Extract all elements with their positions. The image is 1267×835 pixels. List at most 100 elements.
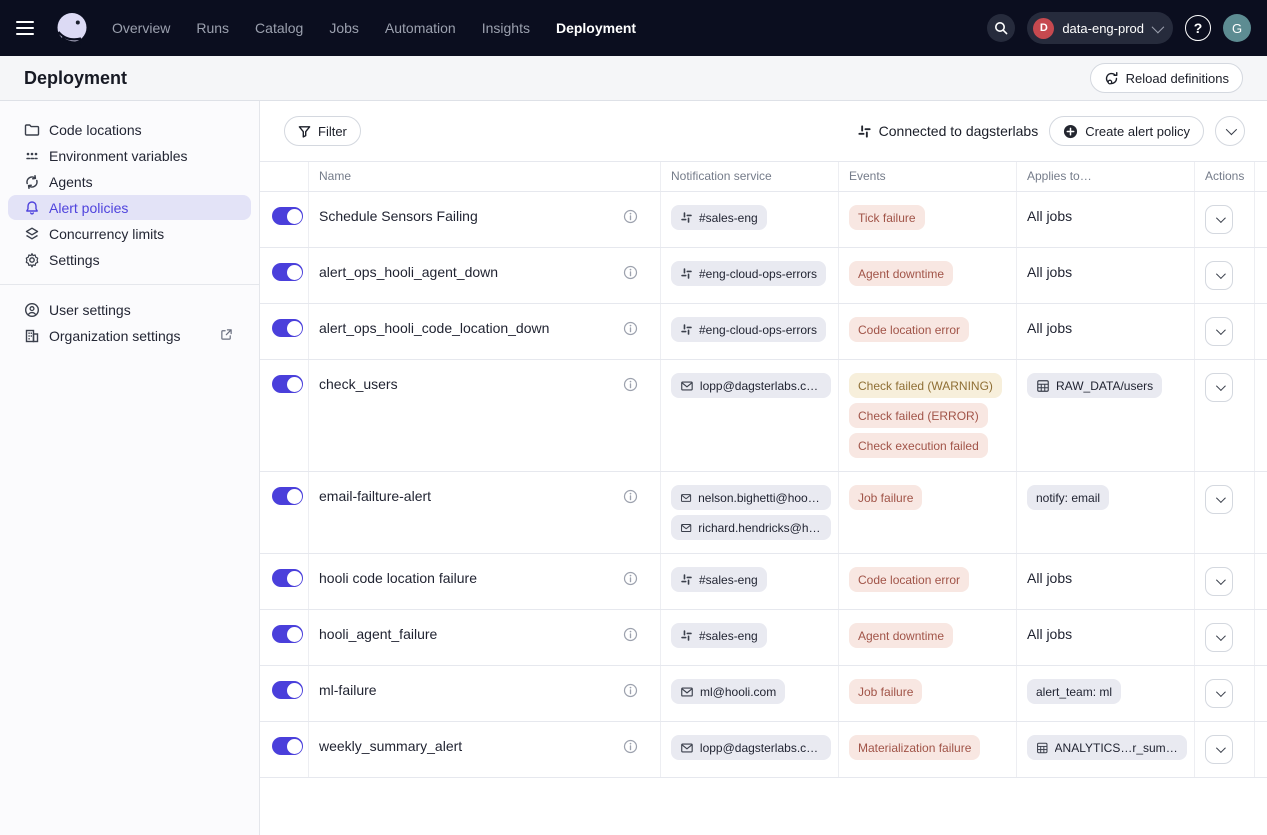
event-badge: Tick failure — [849, 205, 925, 230]
row-actions-dropdown-button[interactable] — [1205, 679, 1233, 708]
filter-icon — [298, 125, 311, 138]
slack-notification-pill: #sales-eng — [671, 205, 767, 230]
alert-enabled-toggle[interactable] — [272, 207, 303, 225]
sidebar-item-organization-settings[interactable]: Organization settings — [8, 323, 251, 348]
alert-enabled-toggle[interactable] — [272, 487, 303, 505]
nav-item-deployment[interactable]: Deployment — [556, 20, 636, 36]
sidebar-item-concurrency-limits[interactable]: Concurrency limits — [8, 221, 251, 246]
row-actions-dropdown-button[interactable] — [1205, 205, 1233, 234]
email-notification-pill: lopp@dagsterlabs.com — [671, 373, 831, 398]
info-icon[interactable] — [623, 321, 638, 341]
reload-definitions-button[interactable]: Reload definitions — [1090, 63, 1243, 93]
row-actions-dropdown-button[interactable] — [1205, 623, 1233, 652]
alert-enabled-toggle[interactable] — [272, 625, 303, 643]
alert-enabled-toggle[interactable] — [272, 319, 303, 337]
chevron-down-icon — [1152, 20, 1165, 33]
row-actions-dropdown-button[interactable] — [1205, 567, 1233, 596]
sidebar-item-alert-policies[interactable]: Alert policies — [8, 195, 251, 220]
info-icon[interactable] — [623, 265, 638, 285]
alert-policy-name: alert_ops_hooli_code_location_down — [309, 317, 549, 336]
notification-service-cell: #eng-cloud-ops-errors — [660, 248, 838, 303]
toggle-cell — [260, 472, 308, 553]
row-actions-dropdown-button[interactable] — [1205, 373, 1233, 402]
info-icon[interactable] — [623, 627, 638, 647]
agents-sync-icon — [24, 174, 40, 190]
sidebar-item-code-locations[interactable]: Code locations — [8, 117, 251, 142]
name-cell: ml-failure — [308, 666, 660, 721]
bell-icon — [24, 200, 40, 216]
applies-to-cell: RAW_DATA/users — [1016, 360, 1194, 471]
filter-label: Filter — [318, 124, 347, 139]
user-icon — [24, 302, 40, 318]
info-icon[interactable] — [623, 683, 638, 703]
toggle-cell — [260, 666, 308, 721]
layers-icon — [24, 226, 40, 242]
sidebar-item-settings[interactable]: Settings — [8, 247, 251, 272]
deployment-switcher[interactable]: D data-eng-prod — [1027, 12, 1173, 44]
notification-target: nelson.bighetti@hooli.co… — [698, 491, 822, 505]
create-alert-policy-button[interactable]: Create alert policy — [1049, 116, 1204, 146]
info-icon[interactable] — [623, 377, 638, 397]
search-button[interactable] — [987, 14, 1015, 42]
slack-icon — [680, 573, 693, 586]
row-actions-dropdown-button[interactable] — [1205, 261, 1233, 290]
applies-to-value: All jobs — [1027, 261, 1184, 280]
notification-target: richard.hendricks@hooli… — [698, 521, 822, 535]
sidebar-item-user-settings[interactable]: User settings — [8, 297, 251, 322]
nav-item-insights[interactable]: Insights — [482, 20, 530, 36]
hamburger-menu-icon[interactable] — [16, 15, 42, 41]
alert-policy-name: hooli code location failure — [309, 567, 477, 586]
nav-item-runs[interactable]: Runs — [196, 20, 229, 36]
help-button[interactable]: ? — [1185, 15, 1211, 41]
notification-service-cell: ml@hooli.com — [660, 666, 838, 721]
row-actions-dropdown-button[interactable] — [1205, 317, 1233, 346]
info-icon[interactable] — [623, 489, 638, 509]
alert-enabled-toggle[interactable] — [272, 737, 303, 755]
notification-service-cell: #sales-eng — [660, 554, 838, 609]
nav-item-jobs[interactable]: Jobs — [329, 20, 359, 36]
event-badge: Check failed (WARNING) — [849, 373, 1002, 398]
toggle-cell — [260, 192, 308, 247]
sidebar-item-agents[interactable]: Agents — [8, 169, 251, 194]
applies-to-cell: All jobs — [1016, 248, 1194, 303]
info-icon[interactable] — [623, 571, 638, 591]
table-row: Schedule Sensors Failing #sales-eng Tick f… — [260, 192, 1267, 248]
name-cell: Schedule Sensors Failing — [308, 192, 660, 247]
chevron-down-icon — [1215, 687, 1225, 697]
nav-item-overview[interactable]: Overview — [112, 20, 170, 36]
row-actions-dropdown-button[interactable] — [1205, 485, 1233, 514]
info-icon[interactable] — [623, 209, 638, 229]
actions-cell — [1194, 248, 1255, 303]
filter-button[interactable]: Filter — [284, 116, 361, 146]
sidebar-item-environment-variables[interactable]: Environment variables — [8, 143, 251, 168]
notification-target: ml@hooli.com — [700, 685, 776, 699]
events-cell: Agent downtime — [838, 610, 1016, 665]
table-row: hooli_agent_failure#sales-engAgent downt… — [260, 610, 1267, 666]
event-badge: Agent downtime — [849, 623, 953, 648]
notification-service-cell: nelson.bighetti@hooli.co… richard.hendric… — [660, 472, 838, 553]
table-row: ml-failureml@hooli.comJob failurealert_t… — [260, 666, 1267, 722]
sidebar-item-label: Agents — [49, 174, 93, 190]
more-actions-dropdown-button[interactable] — [1215, 116, 1245, 146]
dagster-logo[interactable] — [54, 10, 90, 46]
chevron-down-icon — [1226, 124, 1237, 135]
info-icon[interactable] — [623, 739, 638, 759]
event-badge: Agent downtime — [849, 261, 953, 286]
alert-enabled-toggle[interactable] — [272, 681, 303, 699]
alert-enabled-toggle[interactable] — [272, 569, 303, 587]
applies-to-cell: All jobs — [1016, 554, 1194, 609]
event-badge: Code location error — [849, 317, 969, 342]
sidebar-item-label: Code locations — [49, 122, 142, 138]
row-actions-dropdown-button[interactable] — [1205, 735, 1233, 764]
alert-enabled-toggle[interactable] — [272, 375, 303, 393]
nav-item-automation[interactable]: Automation — [385, 20, 456, 36]
table-row: hooli code location failure#sales-engCod… — [260, 554, 1267, 610]
alert-enabled-toggle[interactable] — [272, 263, 303, 281]
folder-icon — [24, 122, 40, 138]
nav-item-catalog[interactable]: Catalog — [255, 20, 303, 36]
alert-policy-name: weekly_summary_alert — [309, 735, 462, 754]
slack-notification-pill: #eng-cloud-ops-errors — [671, 317, 826, 342]
top-navigation-bar: Overview Runs Catalog Jobs Automation Insight… — [0, 0, 1267, 56]
user-avatar[interactable]: G — [1223, 14, 1251, 42]
chevron-down-icon — [1215, 743, 1225, 753]
